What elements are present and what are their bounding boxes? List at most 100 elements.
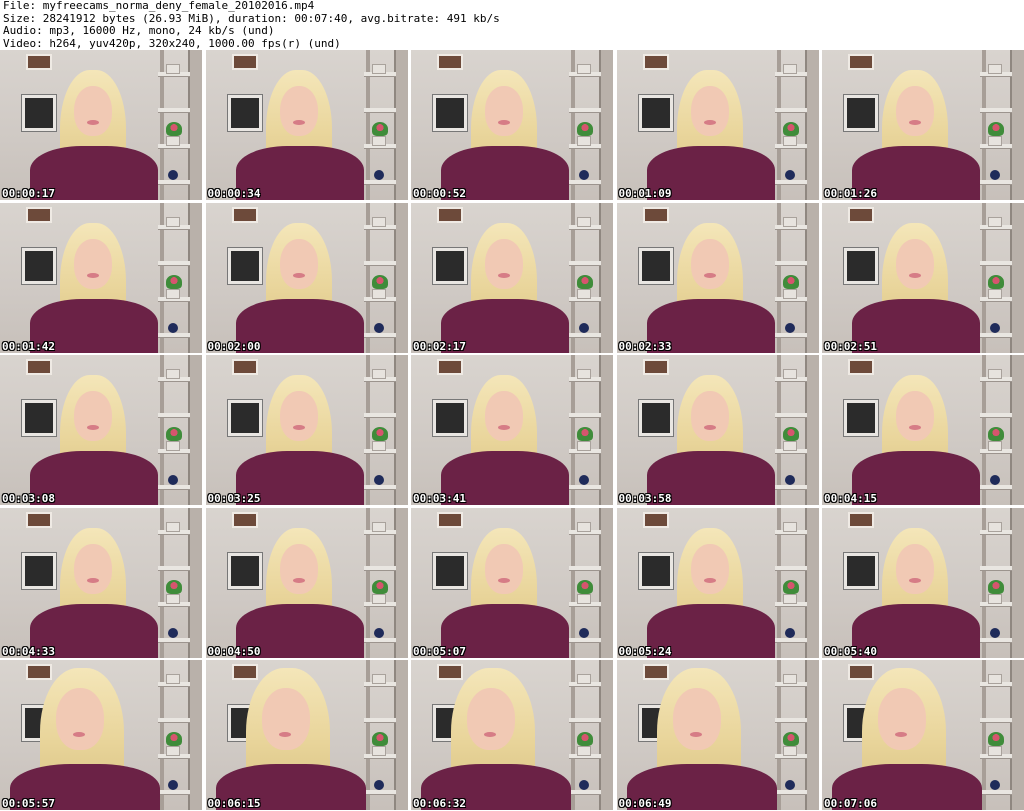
flower-pot xyxy=(988,441,1002,451)
flower-pot xyxy=(371,216,386,227)
shelf xyxy=(569,790,601,795)
thumbnail-timestamp: 00:01:09 xyxy=(618,187,672,200)
shelf xyxy=(363,180,396,185)
flower-pot xyxy=(166,441,180,451)
person-face xyxy=(56,688,104,750)
decor-sphere xyxy=(990,322,1000,333)
door xyxy=(188,507,202,658)
decor-sphere xyxy=(373,170,384,180)
flower-pot xyxy=(782,441,797,451)
video-thumbnail: 00:05:24 xyxy=(616,507,819,658)
wall-picture-frame xyxy=(638,400,673,436)
person-face xyxy=(74,238,112,289)
person-face xyxy=(279,238,318,289)
flower-pot xyxy=(371,521,386,532)
shelf xyxy=(158,565,190,571)
flower-pot xyxy=(782,674,797,684)
decor-sphere xyxy=(579,780,589,790)
door xyxy=(393,50,408,200)
thumbnail-timestamp: 00:05:07 xyxy=(413,644,466,658)
flower-pot xyxy=(166,369,180,379)
shelf xyxy=(774,718,807,723)
person-face xyxy=(279,543,318,594)
decor-sphere xyxy=(990,170,1000,180)
thumbnail-timestamp: 00:04:50 xyxy=(207,644,261,658)
video-thumbnail: 00:06:15 xyxy=(205,660,408,810)
flower-pot xyxy=(371,746,386,756)
wall-picture-small xyxy=(642,511,669,528)
file-name-line: File: myfreecams_norma_deny_female_20102… xyxy=(3,0,315,12)
person-face xyxy=(279,391,318,441)
decor-sphere xyxy=(168,170,178,180)
wall-picture-small xyxy=(848,359,874,375)
shelf xyxy=(158,718,190,723)
wall-picture-small xyxy=(437,54,463,70)
thumbnail-timestamp: 00:00:34 xyxy=(207,187,261,200)
shelf xyxy=(363,637,396,643)
person-face xyxy=(485,238,523,289)
person-face xyxy=(261,688,310,750)
decor-sphere xyxy=(168,780,178,790)
flower-pot xyxy=(988,593,1002,604)
wall-picture-frame xyxy=(22,95,56,131)
decor-sphere xyxy=(579,475,589,485)
decor-sphere xyxy=(990,627,1000,638)
flower-pot xyxy=(577,593,591,604)
shelf xyxy=(980,332,1012,338)
shelf xyxy=(569,180,601,185)
wall-picture-small xyxy=(437,511,463,528)
shelf xyxy=(158,332,190,338)
decor-sphere xyxy=(784,475,795,485)
flower-pot xyxy=(782,593,797,604)
shelf xyxy=(158,260,190,266)
person-face xyxy=(690,238,729,289)
shelf xyxy=(158,413,190,418)
thumbnail-timestamp: 00:05:57 xyxy=(2,797,55,810)
shelf xyxy=(158,790,190,795)
decor-sphere xyxy=(990,780,1000,790)
door xyxy=(1010,202,1024,353)
wall-picture-small xyxy=(26,664,52,680)
decor-sphere xyxy=(373,627,384,638)
person-face xyxy=(74,543,112,594)
shelf xyxy=(980,180,1012,185)
wall-picture-frame xyxy=(22,247,56,284)
flower-plant xyxy=(577,579,593,594)
shelf xyxy=(363,413,396,418)
thumbnail-timestamp: 00:04:33 xyxy=(2,644,55,658)
decor-sphere xyxy=(373,322,384,333)
flower-pot xyxy=(988,746,1002,756)
wall-picture-frame xyxy=(227,552,262,589)
video-thumbnail: 00:03:41 xyxy=(411,355,613,505)
person-face xyxy=(896,391,934,441)
shelf xyxy=(980,108,1012,113)
shelf xyxy=(363,565,396,571)
flower-pot xyxy=(988,288,1002,299)
wall-picture-frame xyxy=(433,552,467,589)
flower-pot xyxy=(577,64,591,74)
decor-sphere xyxy=(373,475,384,485)
shelf xyxy=(980,718,1012,723)
thumbnail-timestamp: 00:03:41 xyxy=(413,492,466,505)
thumbnail-timestamp: 00:02:33 xyxy=(618,339,672,353)
video-thumbnail: 00:05:57 xyxy=(0,660,202,810)
flower-plant xyxy=(577,732,593,746)
wall-picture-frame xyxy=(844,95,878,131)
wall-picture-frame xyxy=(638,552,673,589)
flower-pot xyxy=(577,288,591,299)
wall-picture-frame xyxy=(227,247,262,284)
flower-pot xyxy=(988,216,1002,227)
flower-pot xyxy=(782,746,797,756)
door xyxy=(804,355,819,505)
shelf xyxy=(980,637,1012,643)
flower-plant xyxy=(166,274,182,289)
decor-sphere xyxy=(784,322,795,333)
flower-plant xyxy=(988,579,1004,594)
flower-plant xyxy=(371,732,388,746)
wall-picture-frame xyxy=(433,400,467,436)
flower-pot xyxy=(782,136,797,146)
decor-sphere xyxy=(168,475,178,485)
flower-plant xyxy=(371,122,388,136)
decor-sphere xyxy=(579,170,589,180)
person-face xyxy=(690,391,729,441)
